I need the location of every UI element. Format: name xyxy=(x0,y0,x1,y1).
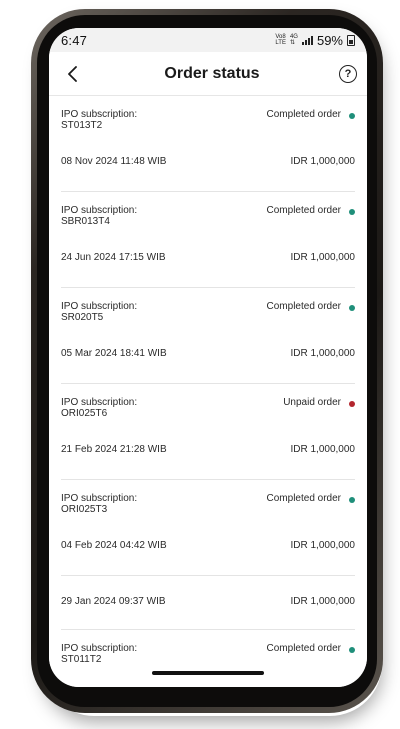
order-date: 21 Feb 2024 21:28 WIB xyxy=(61,444,167,455)
status-time: 6:47 xyxy=(61,32,88,48)
order-code: SR020T5 xyxy=(61,312,104,323)
order-type: IPO subscription: xyxy=(61,643,138,654)
order-item[interactable]: 29 Jan 2024 09:37 WIB IDR 1,000,000 xyxy=(61,576,355,630)
order-date: 29 Jan 2024 09:37 WIB xyxy=(61,596,166,607)
order-date: 08 Nov 2024 11:48 WIB xyxy=(61,156,167,167)
order-item[interactable]: IPO subscription: ORI025T6 Unpaid order … xyxy=(61,384,355,480)
status-dot-icon xyxy=(349,497,355,503)
order-type: IPO subscription: xyxy=(61,109,138,120)
order-item[interactable]: IPO subscription: SBR013T4 Completed ord… xyxy=(61,192,355,288)
back-button[interactable] xyxy=(61,62,85,86)
battery-icon xyxy=(347,34,355,46)
order-item[interactable]: IPO subscription: SR020T5 Completed orde… xyxy=(61,288,355,384)
app-header: Order status ? xyxy=(49,52,367,96)
order-date: 24 Jun 2024 17:15 WIB xyxy=(61,252,166,263)
order-item[interactable]: IPO subscription: ST011T2 Completed orde… xyxy=(61,630,355,687)
order-list: IPO subscription: ST013T2 Completed orde… xyxy=(49,96,367,687)
order-amount: IDR 1,000,000 xyxy=(290,348,356,359)
order-status: Completed order xyxy=(266,493,341,504)
order-code: ST013T2 xyxy=(61,120,103,131)
order-date: 04 Feb 2024 04:42 WIB xyxy=(61,540,167,551)
status-dot-icon xyxy=(349,113,355,119)
status-dot-icon xyxy=(349,209,355,215)
order-title: IPO subscription: SR020T5 xyxy=(61,301,137,323)
order-title: IPO subscription: SBR013T4 xyxy=(61,205,137,227)
order-status: Completed order xyxy=(266,301,341,312)
order-title: IPO subscription: ORI025T3 xyxy=(61,493,137,515)
order-code: ST011T2 xyxy=(61,654,102,665)
order-status: Completed order xyxy=(266,205,341,216)
volte-icon: Vo8 LTE xyxy=(275,34,286,46)
status-dot-icon xyxy=(349,305,355,311)
order-item[interactable]: IPO subscription: ST013T2 Completed orde… xyxy=(61,96,355,192)
question-mark-icon: ? xyxy=(344,67,352,80)
order-code: ORI025T6 xyxy=(61,408,108,419)
page-title: Order status xyxy=(164,64,260,82)
data-arrows-label: ⇅ xyxy=(289,40,295,46)
battery-percent: 59% xyxy=(316,32,343,48)
order-type: IPO subscription: xyxy=(61,301,138,312)
order-amount: IDR 1,000,000 xyxy=(290,540,356,551)
order-amount: IDR 1,000,000 xyxy=(290,596,356,607)
order-title: IPO subscription: ORI025T6 xyxy=(61,397,137,419)
chevron-left-icon xyxy=(68,65,77,82)
order-status: Unpaid order xyxy=(283,397,341,408)
order-code: ORI025T3 xyxy=(61,504,108,515)
order-item[interactable]: IPO subscription: ORI025T3 Completed ord… xyxy=(61,480,355,576)
order-date: 05 Mar 2024 18:41 WIB xyxy=(61,348,167,359)
order-status: Completed order xyxy=(266,643,341,654)
status-bar: 6:47 Vo8 LTE 4G ⇅ 59% xyxy=(49,28,367,52)
status-dot-icon xyxy=(349,401,355,407)
phone-screen: 6:47 Vo8 LTE 4G ⇅ 59% Order status ? IPO… xyxy=(49,28,367,687)
order-title: IPO subscription: ST013T2 xyxy=(61,109,137,131)
order-title: IPO subscription: ST011T2 xyxy=(61,643,137,665)
order-amount: IDR 1,000,000 xyxy=(290,252,356,263)
order-amount: IDR 1,000,000 xyxy=(290,444,356,455)
order-code: SBR013T4 xyxy=(61,216,110,227)
volte-bottom-label: LTE xyxy=(275,40,286,46)
status-icons: Vo8 LTE 4G ⇅ 59% xyxy=(275,33,355,48)
order-type: IPO subscription: xyxy=(61,397,138,408)
order-type: IPO subscription: xyxy=(61,493,138,504)
status-dot-icon xyxy=(349,647,355,653)
order-amount: IDR 1,000,000 xyxy=(290,156,356,167)
home-indicator[interactable] xyxy=(152,671,264,675)
network-4g-icon: 4G ⇅ xyxy=(290,34,298,46)
order-type: IPO subscription: xyxy=(61,205,138,216)
signal-icon xyxy=(301,35,313,45)
help-button[interactable]: ? xyxy=(338,64,357,83)
order-status: Completed order xyxy=(266,109,341,120)
